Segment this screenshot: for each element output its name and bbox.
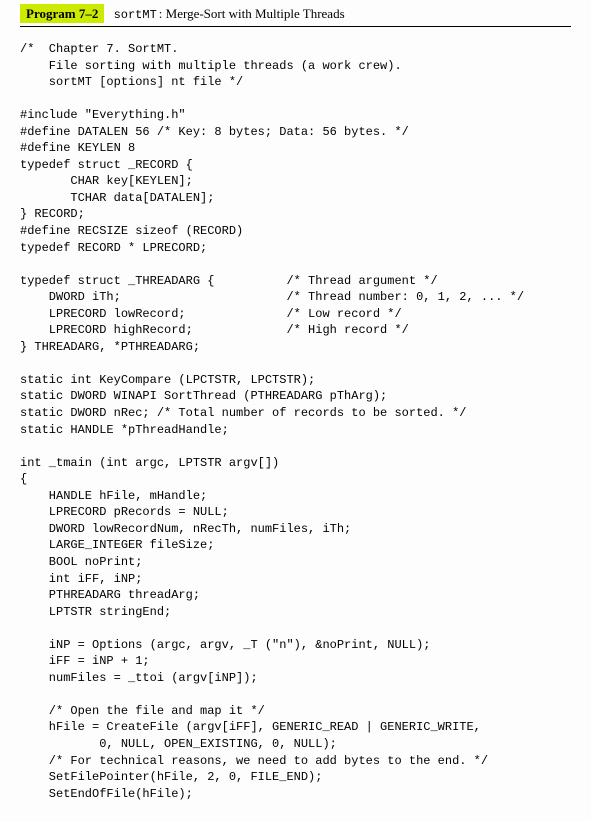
code-listing: /* Chapter 7. SortMT. File sorting with … xyxy=(20,41,571,802)
program-label: Program 7–2 xyxy=(20,4,104,23)
program-header: Program 7–2 sortMT: Merge-Sort with Mult… xyxy=(20,0,571,27)
program-title: : Merge-Sort with Multiple Threads xyxy=(157,6,345,21)
program-code-name: sortMT xyxy=(108,8,157,22)
